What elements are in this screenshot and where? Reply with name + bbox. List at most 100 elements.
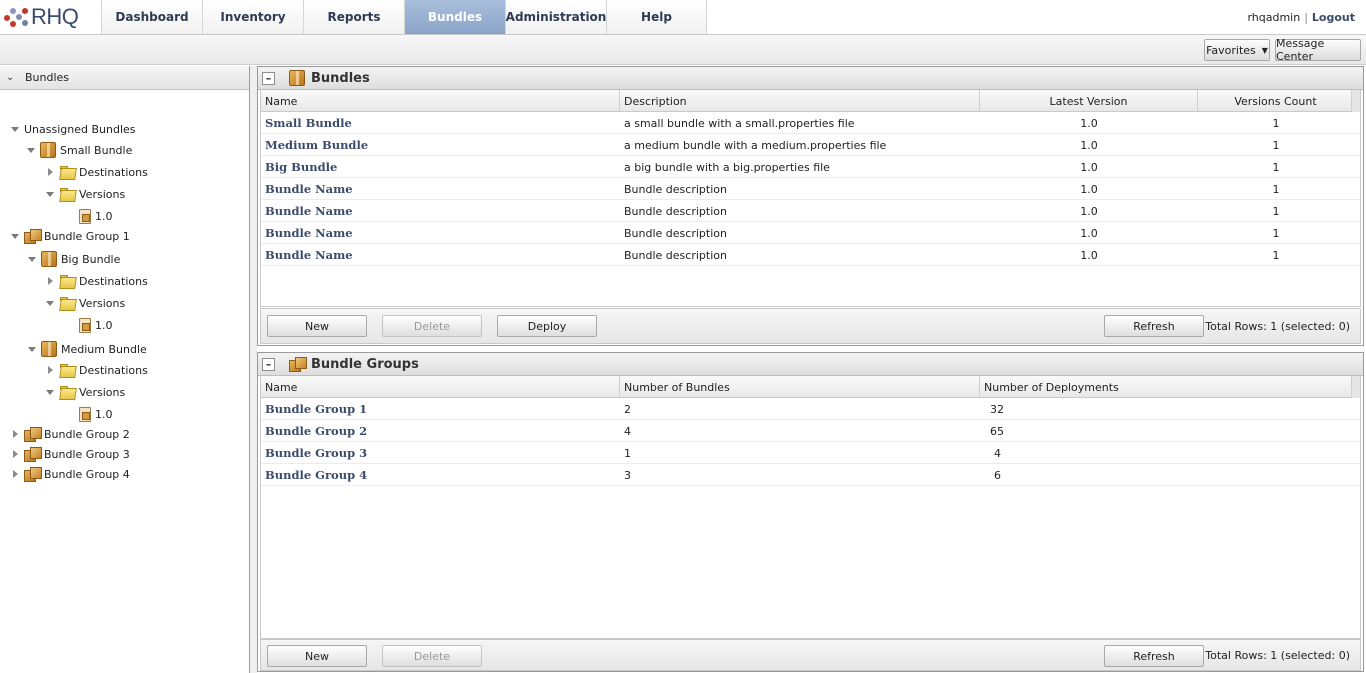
bundles-section-header: – Bundles <box>258 67 1363 90</box>
tree-node-versions[interactable]: Versions <box>44 293 125 313</box>
expand-toggle-icon[interactable] <box>9 448 21 460</box>
table-row[interactable]: Bundle Group 4 3 6 <box>261 464 1360 486</box>
column-header-name[interactable]: Name <box>261 376 620 398</box>
column-header-number-of-bundles[interactable]: Number of Bundles <box>620 376 980 398</box>
table-row[interactable]: Bundle Group 1 2 32 <box>261 398 1360 420</box>
panel-splitter[interactable] <box>250 66 257 673</box>
tree-node-label: Big Bundle <box>61 252 121 266</box>
table-row[interactable]: Small Bundle a small bundle with a small… <box>261 112 1360 134</box>
tree-node-label: Versions <box>79 385 126 399</box>
expand-toggle-icon[interactable] <box>9 428 21 440</box>
bundle-group-name-link[interactable]: Bundle Group 1 <box>261 398 620 420</box>
bundle-description: a small bundle with a small.properties f… <box>624 116 855 130</box>
bundle-name-link[interactable]: Bundle Name <box>261 244 620 266</box>
tree-node-medium-bundle[interactable]: Medium Bundle <box>26 339 147 359</box>
expand-toggle-icon[interactable] <box>9 230 21 242</box>
bundle-latest-version: 1.0 <box>1080 204 1098 218</box>
bundle-name-link[interactable]: Medium Bundle <box>261 134 620 156</box>
new-bundle-group-button[interactable]: New <box>267 645 367 667</box>
logout-link[interactable]: Logout <box>1312 11 1355 24</box>
bundle-group-name-link[interactable]: Bundle Group 3 <box>261 442 620 464</box>
bundle-group-name-link[interactable]: Bundle Group 2 <box>261 420 620 442</box>
expand-toggle-icon[interactable] <box>44 188 56 200</box>
delete-bundle-button[interactable]: Delete <box>382 315 482 337</box>
bundle-groups-section-header: – Bundle Groups <box>258 353 1363 376</box>
tree-node-bundle-group-3[interactable]: Bundle Group 3 <box>9 444 130 464</box>
column-header-versions-count[interactable]: Versions Count <box>1198 90 1354 112</box>
table-row[interactable]: Bundle Group 3 1 4 <box>261 442 1360 464</box>
tree-node-version[interactable]: 1.0 <box>79 404 113 424</box>
bundles-table: Name Description Latest Version Versions… <box>260 90 1361 307</box>
expand-toggle-icon[interactable] <box>44 364 56 376</box>
sub-toolbar: Favorites ▼ Message Center <box>0 35 1366 65</box>
delete-bundle-group-button[interactable]: Delete <box>382 645 482 667</box>
table-body: Bundle Group 1 2 32 Bundle Group 2 4 65 … <box>261 398 1360 486</box>
chevron-down-icon[interactable]: ⌄ <box>6 72 18 83</box>
tree-node-small-bundle[interactable]: Small Bundle <box>25 140 132 160</box>
nav-reports[interactable]: Reports <box>303 0 404 34</box>
expand-toggle-icon[interactable] <box>44 166 56 178</box>
bundle-name-link[interactable]: Bundle Name <box>261 222 620 244</box>
expand-toggle-icon[interactable] <box>26 253 38 265</box>
bundle-icon <box>289 70 305 86</box>
table-row[interactable]: Bundle Name Bundle description 1.0 1 <box>261 200 1360 222</box>
table-row[interactable]: Medium Bundle a medium bundle with a med… <box>261 134 1360 156</box>
tree-header[interactable]: ⌄ Bundles <box>0 66 249 90</box>
table-row[interactable]: Big Bundle a big bundle with a big.prope… <box>261 156 1360 178</box>
column-header-latest-version[interactable]: Latest Version <box>980 90 1198 112</box>
tree-node-versions[interactable]: Versions <box>44 382 125 402</box>
bundle-group-bundle-count: 3 <box>624 468 631 482</box>
nav-bundles[interactable]: Bundles <box>404 0 505 34</box>
tree-node-versions[interactable]: Versions <box>44 184 125 204</box>
collapse-icon[interactable]: – <box>262 357 275 371</box>
column-header-name[interactable]: Name <box>261 90 620 112</box>
bundle-description: Bundle description <box>624 182 727 196</box>
bundle-name-link[interactable]: Small Bundle <box>261 112 620 134</box>
bundle-name-link[interactable]: Bundle Name <box>261 200 620 222</box>
new-bundle-button[interactable]: New <box>267 315 367 337</box>
tree-node-bundle-group-1[interactable]: Bundle Group 1 <box>9 226 130 246</box>
tree-node-destinations[interactable]: Destinations <box>44 162 148 182</box>
tree-node-bundle-group-4[interactable]: Bundle Group 4 <box>9 464 130 484</box>
deploy-bundle-button[interactable]: Deploy <box>497 315 597 337</box>
expand-toggle-icon[interactable] <box>25 144 37 156</box>
section-title: Bundles <box>311 70 370 86</box>
expand-toggle-icon[interactable] <box>44 386 56 398</box>
header-scroll-spacer <box>1351 90 1360 112</box>
message-center-button[interactable]: Message Center <box>1275 37 1361 63</box>
table-row[interactable]: Bundle Name Bundle description 1.0 1 <box>261 178 1360 200</box>
table-row[interactable]: Bundle Name Bundle description 1.0 1 <box>261 222 1360 244</box>
nav-help[interactable]: Help <box>606 0 707 34</box>
user-separator: | <box>1304 11 1308 24</box>
refresh-bundle-groups-button[interactable]: Refresh <box>1104 645 1204 667</box>
rhq-logo[interactable]: RHQ <box>2 3 106 31</box>
tree-node-unassigned-bundles[interactable]: Unassigned Bundles <box>9 119 136 139</box>
tree-node-label: 1.0 <box>95 318 113 332</box>
bundle-group-name-link[interactable]: Bundle Group 4 <box>261 464 620 486</box>
table-row[interactable]: Bundle Name Bundle description 1.0 1 <box>261 244 1360 266</box>
tree-node-big-bundle[interactable]: Big Bundle <box>26 249 120 269</box>
refresh-bundles-button[interactable]: Refresh <box>1104 315 1204 337</box>
tree-node-version[interactable]: 1.0 <box>79 315 113 335</box>
tree-node-version[interactable]: 1.0 <box>79 206 113 226</box>
expand-toggle-icon[interactable] <box>9 123 21 135</box>
expand-toggle-icon[interactable] <box>44 297 56 309</box>
bundle-name-link[interactable]: Bundle Name <box>261 178 620 200</box>
tree-node-destinations[interactable]: Destinations <box>44 360 148 380</box>
expand-toggle-icon[interactable] <box>26 343 38 355</box>
nav-dashboard[interactable]: Dashboard <box>101 0 202 34</box>
column-header-description[interactable]: Description <box>620 90 980 112</box>
expand-toggle-icon[interactable] <box>9 468 21 480</box>
favorites-button[interactable]: Favorites ▼ <box>1204 39 1270 61</box>
tree-node-label: Medium Bundle <box>61 342 147 356</box>
bundle-name-link[interactable]: Big Bundle <box>261 156 620 178</box>
tree-node-destinations[interactable]: Destinations <box>44 271 148 291</box>
collapse-icon[interactable]: – <box>262 71 275 85</box>
table-row[interactable]: Bundle Group 2 4 65 <box>261 420 1360 442</box>
header-scroll-spacer <box>1351 376 1360 398</box>
nav-administration[interactable]: Administration <box>505 0 606 34</box>
expand-toggle-icon[interactable] <box>44 275 56 287</box>
nav-inventory[interactable]: Inventory <box>202 0 303 34</box>
column-header-number-of-deployments[interactable]: Number of Deployments <box>980 376 1354 398</box>
tree-node-bundle-group-2[interactable]: Bundle Group 2 <box>9 424 130 444</box>
